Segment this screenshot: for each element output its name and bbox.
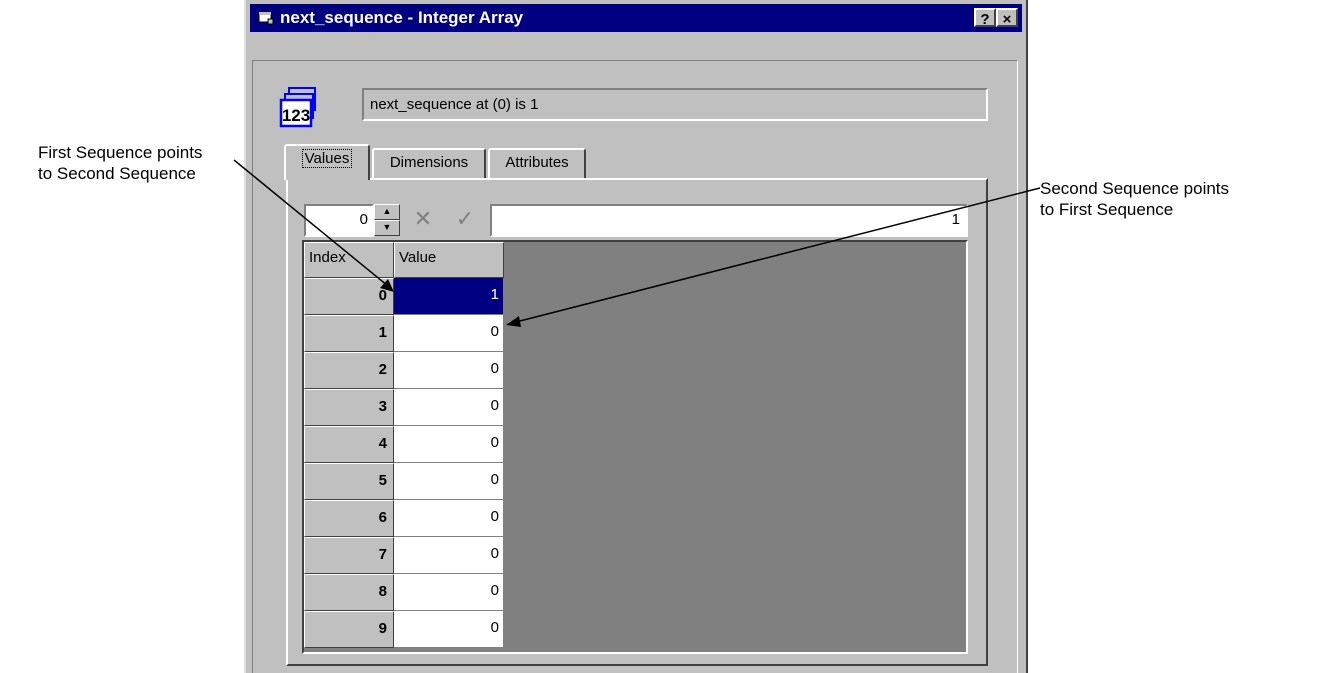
spin-down-button[interactable]: ▼ <box>374 220 400 236</box>
tab-attributes-label: Attributes <box>505 154 569 171</box>
left-annotation: First Sequence points to Second Sequence <box>38 142 202 184</box>
integer-array-icon: 123 <box>279 87 316 128</box>
left-annotation-line2: to Second Sequence <box>38 164 196 183</box>
row-value-cell[interactable]: 0 <box>394 537 504 574</box>
row-value-cell[interactable]: 0 <box>394 389 504 426</box>
index-spinbox[interactable]: 0 <box>304 204 374 237</box>
app-icon <box>258 11 274 25</box>
window-title: next_sequence - Integer Array <box>280 8 524 27</box>
column-header-value[interactable]: Value <box>394 242 504 278</box>
row-value-cell[interactable]: 0 <box>394 611 504 648</box>
row-index-cell[interactable]: 0 <box>304 278 394 315</box>
value-edit-field[interactable]: 1 <box>490 204 968 237</box>
tab-values[interactable]: Values <box>284 144 370 180</box>
row-value-cell-selected[interactable]: 1 <box>394 278 504 315</box>
row-value-cell[interactable]: 0 <box>394 574 504 611</box>
spin-up-button[interactable]: ▲ <box>374 204 400 220</box>
row-index-cell[interactable]: 9 <box>304 611 394 648</box>
row-index-cell[interactable]: 5 <box>304 463 394 500</box>
help-button[interactable]: ? <box>974 8 996 28</box>
row-value-cell[interactable]: 0 <box>394 315 504 352</box>
cancel-x-icon[interactable]: ✕ <box>410 206 436 232</box>
row-value-cell[interactable]: 0 <box>394 463 504 500</box>
right-annotation: Second Sequence points to First Sequence <box>1040 178 1229 220</box>
right-annotation-line2: to First Sequence <box>1040 200 1174 219</box>
tab-values-label: Values <box>301 149 353 168</box>
row-index-cell[interactable]: 8 <box>304 574 394 611</box>
right-annotation-line1: Second Sequence points <box>1040 179 1230 198</box>
row-index-cell[interactable]: 1 <box>304 315 394 352</box>
title-bar[interactable]: next_sequence - Integer Array ? × <box>250 4 1022 32</box>
row-index-cell[interactable]: 6 <box>304 500 394 537</box>
icon-label: 123 <box>282 106 310 125</box>
tab-dimensions-label: Dimensions <box>389 154 469 171</box>
row-index-cell[interactable]: 3 <box>304 389 394 426</box>
close-button[interactable]: × <box>996 8 1018 28</box>
row-index-cell[interactable]: 4 <box>304 426 394 463</box>
accept-check-icon[interactable]: ✓ <box>452 206 478 232</box>
status-field: next_sequence at (0) is 1 <box>362 88 988 121</box>
row-index-cell[interactable]: 2 <box>304 352 394 389</box>
tab-attributes[interactable]: Attributes <box>488 148 586 178</box>
left-annotation-line1: First Sequence points <box>38 143 203 162</box>
tab-dimensions[interactable]: Dimensions <box>372 148 486 178</box>
column-header-index[interactable]: Index <box>304 242 394 278</box>
row-index-cell[interactable]: 7 <box>304 537 394 574</box>
row-value-cell[interactable]: 0 <box>394 426 504 463</box>
row-value-cell[interactable]: 0 <box>394 500 504 537</box>
row-value-cell[interactable]: 0 <box>394 352 504 389</box>
values-grid[interactable]: Index Value 0 1 1 0 2 0 3 0 4 0 5 0 6 0 … <box>302 240 968 654</box>
